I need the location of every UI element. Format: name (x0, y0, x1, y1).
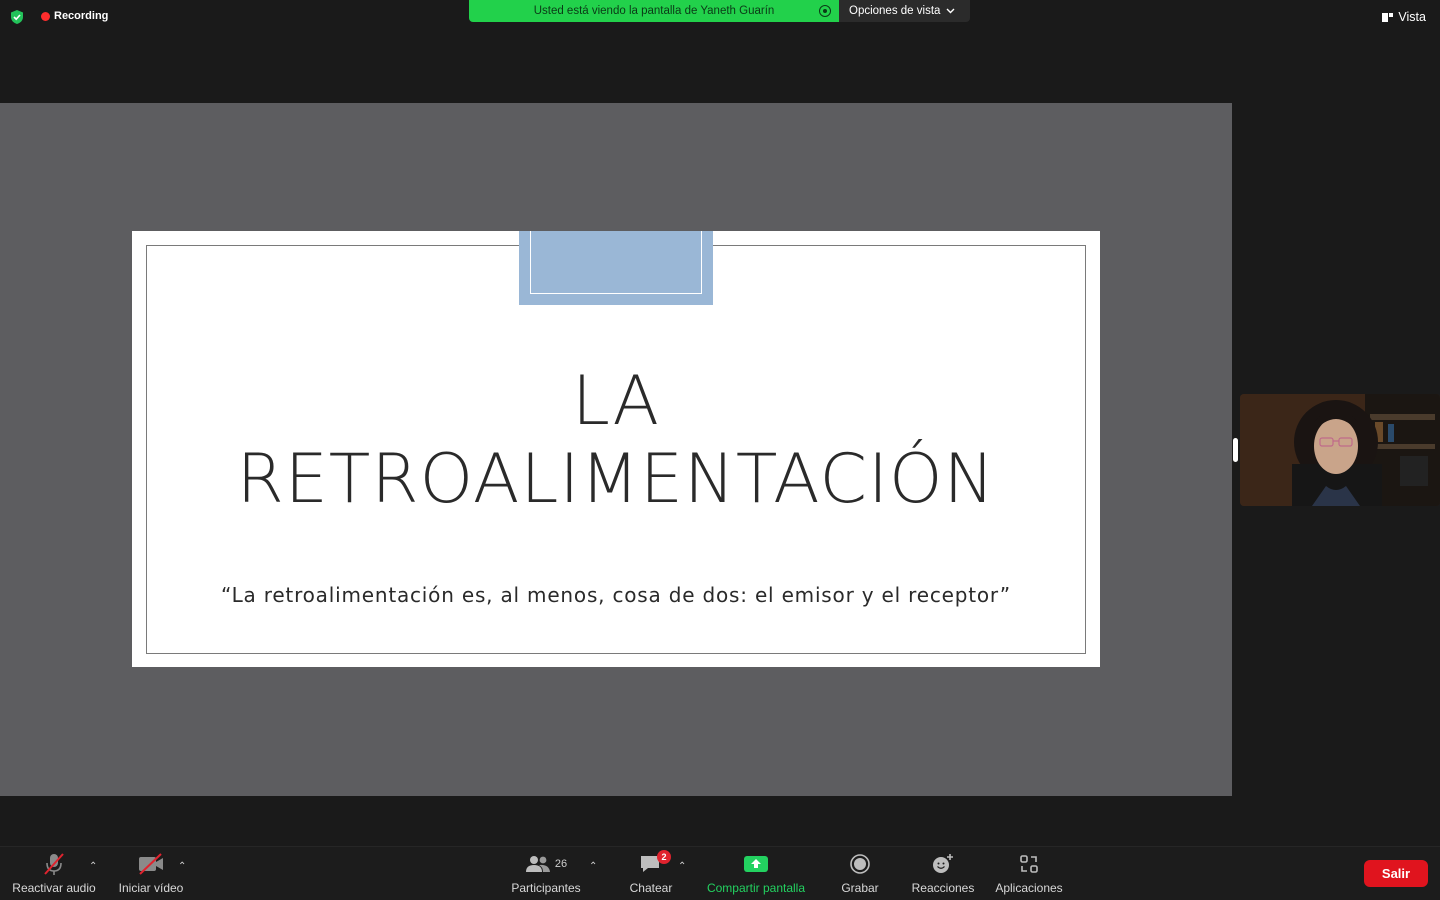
view-options-label: Opciones de vista (849, 5, 941, 17)
stop-viewing-icon[interactable] (819, 5, 831, 17)
unmute-label: Reactivar audio (12, 881, 96, 895)
participants-count: 26 (554, 858, 568, 870)
apps-icon (1020, 855, 1038, 873)
reactions-button[interactable]: Reacciones (906, 847, 980, 900)
slide-title-line1: LA (572, 362, 660, 441)
chevron-down-icon (946, 8, 955, 14)
participants-label: Participantes (511, 881, 581, 895)
audio-options-caret-icon[interactable]: ⌃ (89, 861, 97, 872)
muted-microphone-icon (44, 853, 64, 875)
start-video-label: Iniciar vídeo (118, 881, 184, 895)
screen-share-banner: Usted está viendo la pantalla de Yaneth … (469, 0, 839, 22)
start-video-button[interactable]: Iniciar vídeo (112, 847, 190, 900)
view-label: Vista (1398, 10, 1426, 24)
slide-accent-tab (519, 231, 713, 305)
participants-icon (525, 856, 550, 872)
participant-video-image (1240, 394, 1440, 506)
participants-button[interactable]: 26 Participantes (506, 847, 586, 900)
video-options-caret-icon[interactable]: ⌃ (178, 861, 186, 872)
apps-button[interactable]: Aplicaciones (990, 847, 1068, 900)
presentation-slide: LA RETROALIMENTACIÓN “La retroalimentaci… (132, 231, 1100, 667)
slide-title-line2: RETROALIMENTACIÓN (236, 440, 996, 519)
participants-options-caret-icon[interactable]: ⌃ (589, 861, 597, 872)
recording-label: Recording (54, 10, 109, 22)
share-screen-icon (744, 856, 768, 872)
panel-resize-handle[interactable] (1233, 438, 1238, 462)
chat-label: Chatear (629, 881, 673, 895)
record-label: Grabar (841, 881, 879, 895)
chat-button[interactable]: 2 Chatear (622, 847, 680, 900)
video-off-icon (139, 853, 163, 875)
recording-dot-icon (41, 11, 50, 21)
reactions-smiley-icon (933, 854, 953, 873)
chat-unread-badge: 2 (657, 850, 671, 864)
screen-share-banner-text: Usted está viendo la pantalla de Yaneth … (533, 5, 775, 17)
view-button[interactable]: Vista (1382, 10, 1426, 24)
view-options-button[interactable]: Opciones de vista (839, 0, 970, 22)
share-screen-label: Compartir pantalla (706, 881, 806, 895)
record-button[interactable]: Grabar (834, 847, 886, 900)
leave-label: Salir (1381, 866, 1411, 881)
participant-video[interactable] (1240, 394, 1440, 506)
meeting-window: Recording Usted está viendo la pantalla … (0, 0, 1440, 900)
slide-title: LA RETROALIMENTACIÓN (132, 363, 1100, 519)
security-shield-icon[interactable] (9, 9, 25, 25)
shared-screen: LA RETROALIMENTACIÓN “La retroalimentaci… (0, 103, 1232, 796)
view-layout-icon (1382, 12, 1394, 22)
apps-label: Aplicaciones (995, 881, 1063, 895)
slide-quote: “La retroalimentación es, al menos, cosa… (221, 583, 1011, 607)
share-screen-button[interactable]: Compartir pantalla (700, 847, 812, 900)
recording-indicator[interactable]: Recording (41, 10, 108, 22)
record-icon (850, 854, 870, 874)
meeting-toolbar: Reactivar audio ⌃ Iniciar vídeo ⌃ 26 Par… (0, 846, 1440, 900)
leave-button[interactable]: Salir (1364, 860, 1428, 887)
chat-options-caret-icon[interactable]: ⌃ (678, 861, 686, 872)
reactions-label: Reacciones (911, 881, 975, 895)
unmute-button[interactable]: Reactivar audio (8, 847, 100, 900)
